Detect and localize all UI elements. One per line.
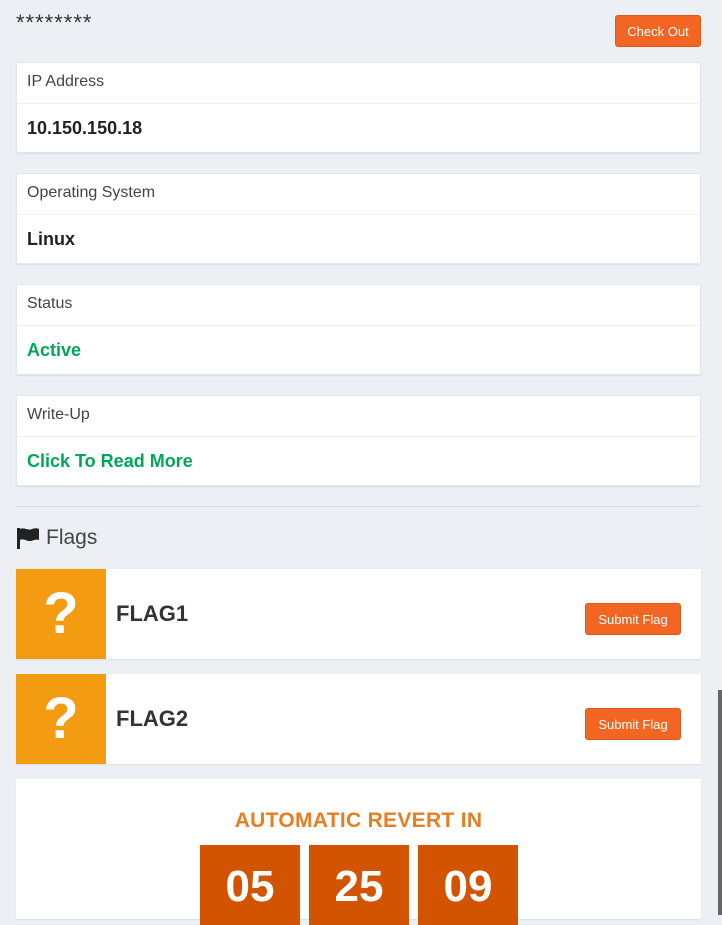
revert-timer-box: AUTOMATIC REVERT IN 05 25 09 — [16, 779, 701, 925]
write-up-link[interactable]: Click To Read More — [17, 437, 700, 485]
operating-system-box: Operating System Linux — [16, 173, 701, 264]
operating-system-value: Linux — [27, 229, 75, 249]
revert-title: AUTOMATIC REVERT IN — [234, 809, 483, 832]
countdown-hours: 05 — [200, 845, 300, 925]
ip-address-value: 10.150.150.18 — [27, 118, 143, 138]
question-mark-icon: ? — [16, 569, 106, 659]
status-value: Active — [27, 340, 82, 360]
write-up-label: Write-Up — [17, 396, 700, 437]
flag-row-2: ? FLAG2 Submit Flag — [16, 674, 701, 764]
question-mark-icon: ? — [16, 674, 106, 764]
scrollbar-thumb[interactable] — [718, 690, 722, 915]
masked-machine-name: ******** — [16, 10, 93, 35]
flag-name: FLAG1 — [116, 601, 189, 626]
write-up-box: Write-Up Click To Read More — [16, 395, 701, 486]
machine-panel: ******** Check Out IP Address 10.150.150… — [16, 0, 701, 925]
flag-icon — [16, 527, 40, 549]
status-box: Status Active — [16, 284, 701, 375]
top-bar: ******** Check Out — [16, 0, 701, 62]
section-divider — [16, 506, 701, 507]
operating-system-label: Operating System — [17, 174, 700, 215]
countdown-seconds: 09 — [418, 845, 518, 925]
flags-heading: Flags — [16, 525, 701, 551]
ip-address-box: IP Address 10.150.150.18 — [16, 62, 701, 153]
ip-address-label: IP Address — [17, 63, 700, 104]
flag-row-1: ? FLAG1 Submit Flag — [16, 569, 701, 659]
check-out-button[interactable]: Check Out — [615, 15, 701, 47]
submit-flag-button-1[interactable]: Submit Flag — [585, 603, 681, 635]
submit-flag-button-2[interactable]: Submit Flag — [585, 708, 681, 740]
flag-name: FLAG2 — [116, 706, 189, 731]
countdown: 05 25 09 — [200, 845, 518, 925]
countdown-minutes: 25 — [309, 845, 409, 925]
status-label: Status — [17, 285, 700, 326]
flags-title: Flags — [46, 526, 98, 549]
